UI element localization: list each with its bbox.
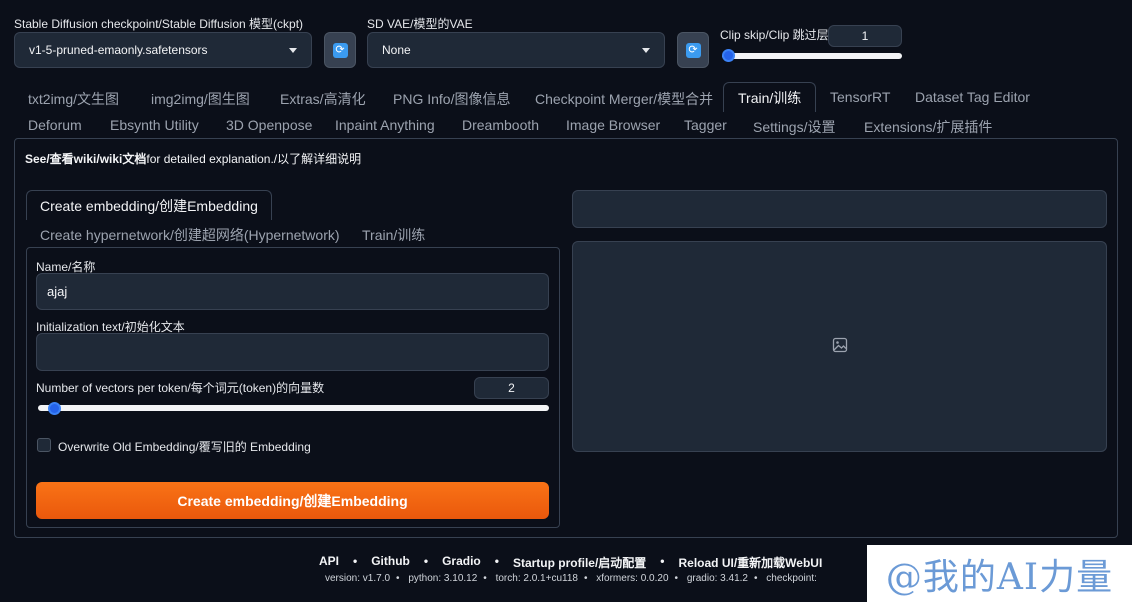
tab-3d-openpose[interactable]: 3D Openpose <box>226 117 312 133</box>
tab-dataset-tag-editor[interactable]: Dataset Tag Editor <box>915 89 1030 105</box>
wiki-info-suffix: for detailed explanation./以了解详细说明 <box>146 152 362 166</box>
tab-txt2img[interactable]: txt2img/文生图 <box>28 89 119 109</box>
tab-img2img[interactable]: img2img/图生图 <box>151 89 250 109</box>
tab-extras[interactable]: Extras/高清化 <box>280 89 366 109</box>
tab-dreambooth[interactable]: Dreambooth <box>462 117 539 133</box>
vae-refresh-button[interactable]: ⟳ <box>677 32 709 68</box>
chevron-down-icon <box>642 47 650 53</box>
wiki-link[interactable]: See/查看wiki/wiki文档 <box>25 152 146 166</box>
subtab-create-hypernetwork[interactable]: Create hypernetwork/创建超网络(Hypernetwork) <box>40 225 340 245</box>
footer-separator: • <box>494 554 499 568</box>
footer-link-startup-profile[interactable]: Startup profile/启动配置 <box>513 554 646 571</box>
checkpoint-value: v1-5-pruned-emaonly.safetensors <box>29 43 208 57</box>
footer-link-github[interactable]: Github <box>371 554 410 571</box>
init-text-input[interactable] <box>36 333 549 371</box>
clip-skip-slider-thumb[interactable] <box>722 49 735 62</box>
tab-train[interactable]: Train/训练 <box>723 82 817 112</box>
tab-image-browser[interactable]: Image Browser <box>566 117 660 133</box>
footer-separator: • <box>423 554 429 568</box>
output-textbox <box>572 190 1107 228</box>
clip-skip-label: Clip skip/Clip 跳过层 <box>720 28 829 42</box>
tab-tagger[interactable]: Tagger <box>684 117 727 133</box>
chevron-down-icon <box>289 47 297 53</box>
clip-skip-number[interactable]: 1 <box>828 25 902 47</box>
checkpoint-dropdown[interactable]: v1-5-pruned-emaonly.safetensors <box>14 32 312 68</box>
overwrite-checkbox[interactable] <box>37 438 51 452</box>
python-version-text: python: 3.10.12 <box>408 573 478 584</box>
overwrite-label: Overwrite Old Embedding/覆写旧的 Embedding <box>58 440 311 454</box>
name-input[interactable]: ajaj <box>36 273 549 310</box>
gradio-version-text: gradio: 3.41.2 <box>686 573 748 584</box>
tab-inpaint-anything[interactable]: Inpaint Anything <box>335 117 435 133</box>
image-output <box>572 241 1107 452</box>
tab-settings[interactable]: Settings/设置 <box>753 117 835 137</box>
vectors-slider[interactable] <box>38 405 549 411</box>
footer-separator: • <box>583 573 588 584</box>
xformers-version-text: xformers: 0.0.20 <box>596 573 669 584</box>
watermark: @我的AI力量 <box>867 545 1132 602</box>
footer-separator: • <box>353 554 358 568</box>
tab-deforum[interactable]: Deforum <box>28 117 82 133</box>
clip-skip-slider[interactable] <box>722 53 902 59</box>
tab-checkpoint-merger[interactable]: Checkpoint Merger/模型合并 <box>535 89 713 109</box>
footer-link-gradio[interactable]: Gradio <box>442 554 481 571</box>
vectors-slider-thumb[interactable] <box>47 402 61 415</box>
vae-dropdown[interactable]: None <box>367 32 665 68</box>
version-text: version: v1.7.0 <box>325 573 391 584</box>
footer-separator: • <box>660 554 665 568</box>
create-embedding-button[interactable]: Create embedding/创建Embedding <box>36 482 549 519</box>
refresh-icon: ⟳ <box>685 42 701 58</box>
footer-separator: • <box>674 573 679 584</box>
footer-link-reload-ui[interactable]: Reload UI/重新加载WebUI <box>679 554 823 571</box>
checkpoint-refresh-button[interactable]: ⟳ <box>324 32 356 68</box>
vae-value: None <box>382 43 411 57</box>
tab-png-info[interactable]: PNG Info/图像信息 <box>393 89 510 109</box>
footer-separator: • <box>483 573 487 584</box>
subtab-train[interactable]: Train/训练 <box>362 225 425 245</box>
tab-tensorrt[interactable]: TensorRT <box>830 89 890 105</box>
vae-label: SD VAE/模型的VAE <box>367 17 473 31</box>
checkpoint-version-text: checkpoint: <box>766 573 817 584</box>
footer-links: API • Github • Gradio • Startup profile/启动配… <box>319 554 822 571</box>
footer-separator: • <box>754 573 758 584</box>
torch-version-text: torch: 2.0.1+cu118 <box>495 573 578 584</box>
wiki-info-text: See/查看wiki/wiki文档for detailed explanatio… <box>25 150 361 167</box>
tab-ebsynth-utility[interactable]: Ebsynth Utility <box>110 117 199 133</box>
image-icon <box>832 337 848 356</box>
checkpoint-label: Stable Diffusion checkpoint/Stable Diffu… <box>14 17 304 31</box>
subtab-create-embedding[interactable]: Create embedding/创建Embedding <box>26 190 272 220</box>
footer-separator: • <box>396 573 400 584</box>
footer-versions: version: v1.7.0 • python: 3.10.12 • torch:… <box>325 573 817 584</box>
footer-link-api[interactable]: API <box>319 554 339 571</box>
vectors-label: Number of vectors per token/每个词元(token)的… <box>36 381 325 395</box>
vectors-number[interactable]: 2 <box>474 377 549 399</box>
refresh-icon: ⟳ <box>332 42 348 58</box>
tab-extensions[interactable]: Extensions/扩展插件 <box>864 117 992 137</box>
